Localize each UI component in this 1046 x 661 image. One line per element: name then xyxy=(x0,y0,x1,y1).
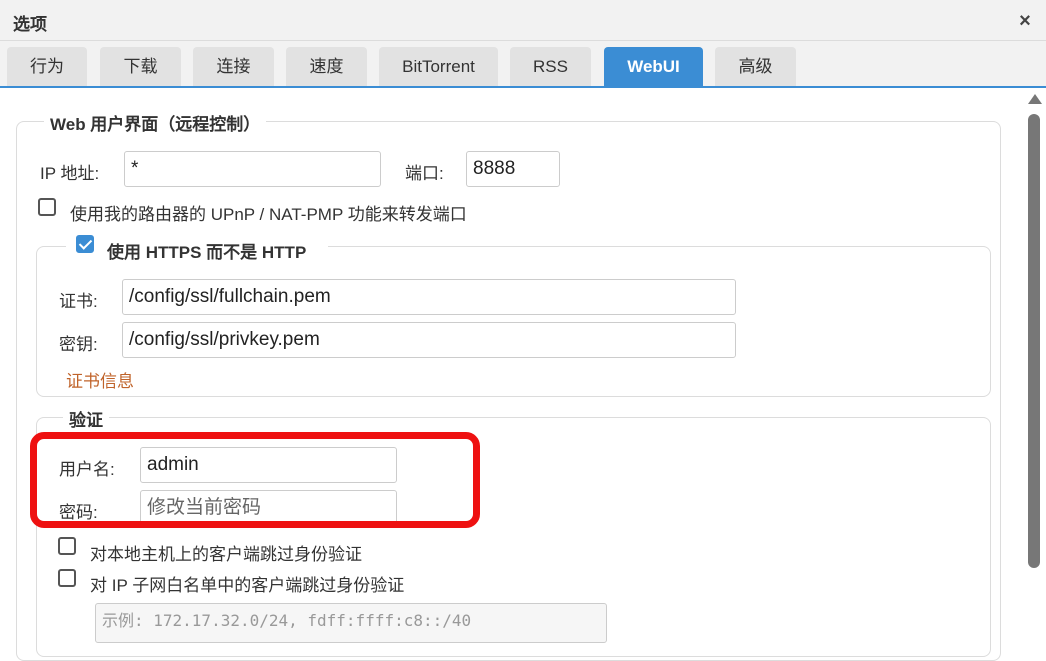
bypass-local-checkbox[interactable] xyxy=(58,537,76,555)
auth-legend: 验证 xyxy=(63,406,109,431)
port-label: 端口: xyxy=(405,164,444,183)
tab-rss[interactable]: RSS xyxy=(510,47,591,86)
tab-webui[interactable]: WebUI xyxy=(604,47,703,86)
tab-bar: 行为 下载 连接 速度 BitTorrent RSS WebUI 高级 xyxy=(0,41,1046,88)
ip-address-input[interactable]: * xyxy=(124,151,381,187)
tab-speed[interactable]: 速度 xyxy=(286,47,367,86)
https-checkbox[interactable] xyxy=(76,235,94,253)
certificate-label: 证书: xyxy=(59,292,98,311)
key-label: 密钥: xyxy=(59,335,98,354)
port-input[interactable]: 8888 xyxy=(466,151,560,187)
tab-connection[interactable]: 连接 xyxy=(193,47,274,86)
https-legend: 使用 HTTPS 而不是 HTTP xyxy=(66,234,328,262)
scroll-up-icon[interactable] xyxy=(1028,94,1042,104)
ip-address-label: IP 地址: xyxy=(40,164,100,183)
tab-bittorrent[interactable]: BitTorrent xyxy=(379,47,498,86)
key-input[interactable]: /config/ssl/privkey.pem xyxy=(122,322,736,358)
bypass-whitelist-checkbox[interactable] xyxy=(58,569,76,587)
certificate-info-link[interactable]: 证书信息 xyxy=(66,367,134,392)
tab-advanced[interactable]: 高级 xyxy=(715,47,796,86)
scroll-thumb[interactable] xyxy=(1028,114,1040,568)
options-dialog: 选项 × 行为 下载 连接 速度 BitTorrent RSS WebUI 高级… xyxy=(0,0,1046,661)
upnp-label: 使用我的路由器的 UPnP / NAT-PMP 功能来转发端口 xyxy=(70,205,467,224)
vertical-scrollbar[interactable] xyxy=(1022,90,1046,640)
upnp-checkbox[interactable] xyxy=(38,198,56,216)
https-label: 使用 HTTPS 而不是 HTTP xyxy=(107,243,307,262)
dialog-title: 选项 xyxy=(13,15,47,34)
bypass-whitelist-label: 对 IP 子网白名单中的客户端跳过身份验证 xyxy=(90,576,405,595)
credentials-highlight xyxy=(30,432,480,528)
bypass-local-label: 对本地主机上的客户端跳过身份验证 xyxy=(90,545,362,564)
close-icon[interactable]: × xyxy=(1015,11,1035,31)
tab-behavior[interactable]: 行为 xyxy=(7,47,87,86)
whitelist-textarea[interactable]: 示例: 172.17.32.0/24, fdff:ffff:c8::/40 xyxy=(95,603,607,643)
titlebar: 选项 × xyxy=(0,0,1046,41)
tab-downloads[interactable]: 下载 xyxy=(100,47,181,86)
certificate-input[interactable]: /config/ssl/fullchain.pem xyxy=(122,279,736,315)
webui-legend: Web 用户界面（远程控制） xyxy=(44,110,267,135)
